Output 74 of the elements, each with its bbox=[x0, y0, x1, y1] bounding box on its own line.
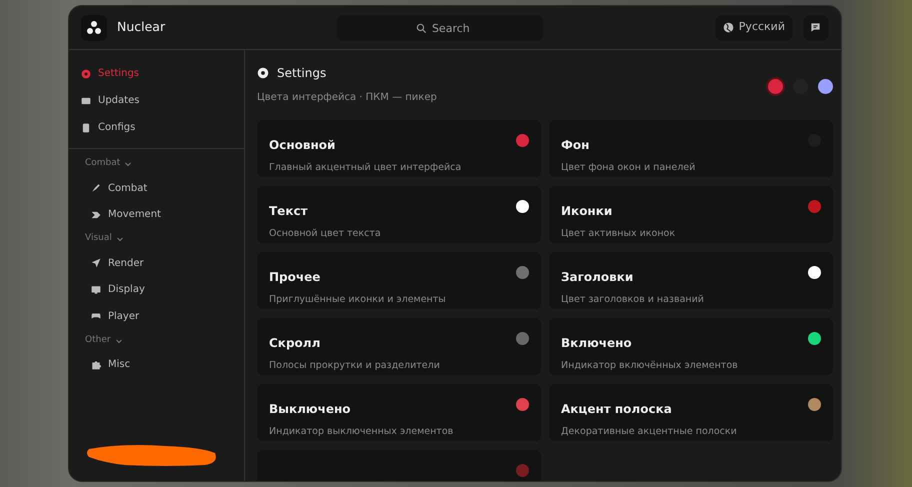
monitor-icon bbox=[91, 284, 101, 295]
color-swatch[interactable] bbox=[516, 464, 529, 477]
sidebar-item[interactable]: Render bbox=[69, 250, 244, 276]
color-setting-card[interactable]: Акцент полоска Декоративные акцентные полоски bbox=[549, 384, 833, 441]
color-swatch[interactable] bbox=[516, 200, 529, 213]
color-setting-card[interactable]: Основной Главный акцентный цвет интерфейса bbox=[257, 120, 541, 177]
color-setting-card[interactable]: Прочее Приглушённые иконки и элементы bbox=[257, 252, 541, 309]
color-swatch[interactable] bbox=[516, 134, 529, 147]
setting-description: Цвет фона окон и панелей bbox=[561, 161, 696, 175]
setting-title: Иконки bbox=[561, 203, 612, 220]
chevron-icon bbox=[124, 160, 132, 168]
setting-title: Прочее bbox=[269, 269, 320, 286]
arrow-icon bbox=[91, 210, 101, 220]
setting-title: Заголовки bbox=[561, 269, 634, 286]
color-swatch[interactable] bbox=[808, 200, 821, 213]
color-setting-card[interactable]: Фон Цвет фона окон и панелей bbox=[549, 120, 833, 177]
color-setting-card[interactable]: Текст Основной цвет текста bbox=[257, 186, 541, 243]
sidebar-item[interactable]: Movement bbox=[69, 202, 244, 228]
color-swatch[interactable] bbox=[808, 398, 821, 411]
color-swatch[interactable] bbox=[516, 266, 529, 279]
setting-description: Цвет заголовков и названий bbox=[561, 293, 705, 307]
sidebar-item[interactable]: Combat bbox=[69, 175, 244, 202]
sidebar-item[interactable]: Settings bbox=[69, 60, 244, 87]
color-setting-card[interactable]: Скролл Полосы прокрутки и разделители bbox=[257, 318, 541, 375]
setting-description: Приглушённые иконки и элементы bbox=[269, 293, 447, 307]
setting-title: Выключено bbox=[269, 401, 351, 418]
sidebar-item[interactable]: Updates bbox=[69, 87, 244, 114]
gamepad-icon bbox=[91, 311, 101, 322]
chat-icon bbox=[810, 22, 822, 33]
blade-icon bbox=[91, 183, 101, 194]
chevron-icon bbox=[116, 235, 124, 243]
setting-description: Главный акцентный цвет интерфейса bbox=[269, 161, 462, 175]
gear-icon bbox=[257, 67, 269, 79]
language-button[interactable]: Русский bbox=[714, 14, 793, 40]
color-setting-card[interactable]: Иконки Цвет активных иконок bbox=[549, 186, 833, 243]
setting-title: Основной bbox=[269, 137, 336, 154]
color-setting-card[interactable]: Выключено Индикатор выключенных элементов bbox=[257, 384, 541, 441]
color-setting-card[interactable]: Заголовки Цвет заголовков и названий bbox=[549, 252, 833, 309]
paper-plane-icon bbox=[91, 258, 101, 268]
group-header[interactable]: Combat bbox=[69, 153, 244, 175]
panel-title: Settings bbox=[277, 65, 326, 82]
chevron-icon bbox=[114, 336, 123, 344]
gear-icon bbox=[81, 68, 91, 78]
sidebar-item[interactable]: Display bbox=[69, 276, 244, 303]
setting-description: Индикатор выключенных элементов bbox=[269, 425, 454, 439]
theme-swatch[interactable] bbox=[768, 79, 783, 94]
setting-title: Фон bbox=[561, 137, 590, 154]
color-swatch[interactable] bbox=[516, 398, 529, 411]
group-header[interactable]: Other bbox=[69, 330, 244, 352]
group-header[interactable]: Visual bbox=[69, 228, 244, 250]
setting-title: Текст bbox=[269, 203, 308, 220]
color-swatch[interactable] bbox=[516, 332, 529, 345]
color-swatch[interactable] bbox=[808, 266, 821, 279]
setting-title: Включено bbox=[561, 335, 632, 352]
panel-subtitle: Цвета интерфейса · ПКМ — пикер bbox=[257, 91, 437, 105]
sidebar-item[interactable]: Configs bbox=[69, 114, 244, 141]
setting-description: Индикатор включённых элементов bbox=[561, 359, 739, 373]
app-title: Nuclear bbox=[117, 18, 166, 36]
setting-description: Основной цвет текста bbox=[269, 227, 382, 241]
document-icon bbox=[81, 122, 91, 132]
theme-swatch[interactable] bbox=[818, 79, 833, 94]
setting-title: Скролл bbox=[269, 335, 320, 352]
search-field[interactable]: Search bbox=[336, 15, 543, 41]
envelope-icon bbox=[81, 96, 91, 106]
setting-description: Цвет активных иконок bbox=[561, 227, 676, 241]
setting-description: Полосы прокрутки и разделители bbox=[269, 359, 441, 373]
color-swatch[interactable] bbox=[808, 332, 821, 345]
setting-title: Акцент полоска bbox=[561, 401, 672, 418]
sidebar-item[interactable]: Player bbox=[69, 303, 244, 330]
setting-description: Декоративные акцентные полоски bbox=[561, 425, 738, 439]
chat-button[interactable] bbox=[802, 14, 829, 40]
puzzle-piece-icon bbox=[91, 360, 101, 370]
color-setting-card[interactable]: Включено Индикатор включённых элементов bbox=[549, 318, 833, 375]
sidebar-item[interactable]: Misc bbox=[69, 352, 244, 378]
